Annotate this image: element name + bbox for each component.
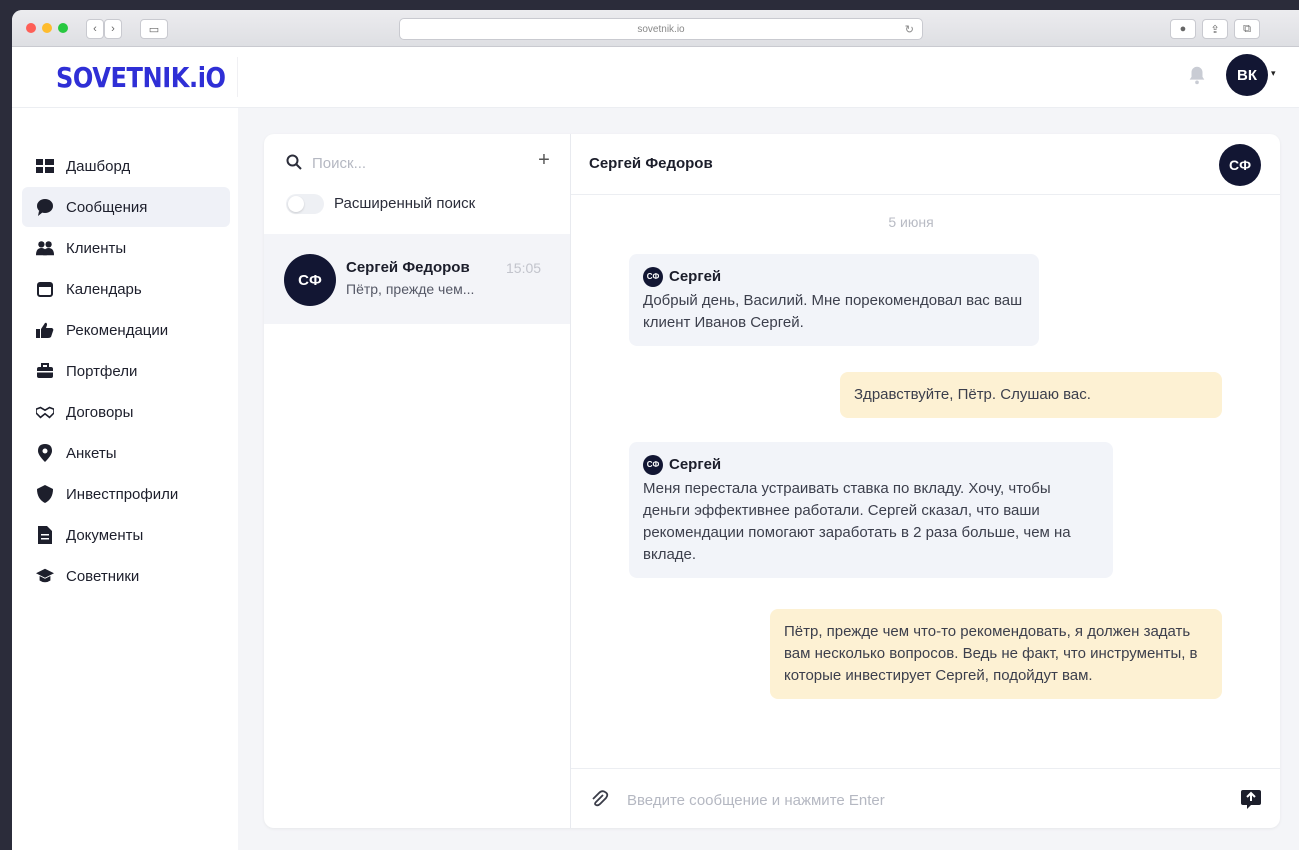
- sidebar-toggle-icon[interactable]: ▭: [140, 19, 168, 39]
- sidebar-item-investprofiles[interactable]: Инвестпрофили: [22, 474, 230, 514]
- message-incoming: СФ Сергей Добрый день, Василий. Мне поре…: [629, 254, 1039, 346]
- paperclip-icon[interactable]: [589, 789, 609, 809]
- graduation-cap-icon: [36, 567, 54, 585]
- sidebar-item-label: Анкеты: [66, 444, 117, 462]
- message-text: Добрый день, Василий. Мне порекомендовал…: [643, 292, 1023, 331]
- sidebar-item-advisors[interactable]: Советники: [22, 556, 230, 596]
- sidebar-item-questionnaires[interactable]: Анкеты: [22, 433, 230, 473]
- message-input[interactable]: [625, 787, 1209, 813]
- advanced-search-toggle[interactable]: [286, 194, 324, 214]
- avatar[interactable]: СФ: [1219, 144, 1261, 186]
- reload-icon[interactable]: ↻: [905, 23, 914, 36]
- messages-card: + Расширенный поиск СФ Сергей Федоров 15…: [264, 134, 1280, 828]
- app-header: SOVETNIK.iO ВК ▾: [12, 47, 1299, 108]
- sidebar-item-label: Портфели: [66, 362, 138, 380]
- back-icon[interactable]: ‹: [86, 19, 104, 39]
- chat-pane: Сергей Федоров СФ 5 июня СФ Сергей Добры…: [571, 134, 1280, 828]
- sidebar-item-documents[interactable]: Документы: [22, 515, 230, 555]
- avatar: СФ: [643, 455, 663, 475]
- sidebar-item-label: Рекомендации: [66, 321, 169, 339]
- sidebar-item-label: Клиенты: [66, 239, 127, 257]
- tabs-icon[interactable]: ⧉: [1234, 19, 1260, 39]
- calendar-icon: [36, 280, 54, 298]
- search-input[interactable]: [310, 150, 514, 176]
- sidebar-item-portfolios[interactable]: Портфели: [22, 351, 230, 391]
- message-composer: [571, 768, 1280, 828]
- browser-window: ‹ › ▭ sovetnik.io ↻ ● ⇪ ⧉ SOVETNIK.iO ВК…: [12, 10, 1299, 850]
- sidebar-item-label: Договоры: [66, 403, 134, 421]
- date-separator: 5 июня: [888, 214, 934, 230]
- users-icon: [36, 239, 54, 257]
- sidebar-item-calendar[interactable]: Календарь: [22, 269, 230, 309]
- conversation-list: + Расширенный поиск СФ Сергей Федоров 15…: [264, 134, 571, 828]
- location-pin-icon: [36, 444, 54, 462]
- send-icon[interactable]: [1239, 787, 1263, 811]
- message-sender: СФ Сергей: [643, 454, 1099, 476]
- sidebar-item-label: Сообщения: [66, 198, 148, 216]
- address-bar[interactable]: sovetnik.io ↻: [399, 18, 923, 40]
- shield-icon: [36, 485, 54, 503]
- conversation-item[interactable]: СФ Сергей Федоров 15:05 Пётр, прежде чем…: [264, 234, 570, 324]
- app-logo[interactable]: SOVETNIK.iO: [56, 61, 226, 94]
- sidebar-item-label: Советники: [66, 567, 140, 585]
- message-text: Меня перестала устраивать ставка по вкла…: [643, 480, 1071, 563]
- message-text: Пётр, прежде чем что-то рекомендовать, я…: [784, 623, 1198, 684]
- search-icon: [286, 154, 302, 170]
- forward-icon[interactable]: ›: [104, 19, 122, 39]
- dashboard-icon: [36, 157, 54, 175]
- thumbs-up-icon: [36, 321, 54, 339]
- briefcase-icon: [36, 362, 54, 380]
- sidebar-item-contracts[interactable]: Договоры: [22, 392, 230, 432]
- message-outgoing: Здравствуйте, Пётр. Слушаю вас.: [840, 372, 1222, 418]
- handshake-icon: [36, 403, 54, 421]
- browser-toolbar: ‹ › ▭ sovetnik.io ↻ ● ⇪ ⧉: [12, 10, 1299, 47]
- extension-icon[interactable]: ●: [1170, 19, 1196, 39]
- message-text: Здравствуйте, Пётр. Слушаю вас.: [854, 386, 1091, 403]
- close-window-button[interactable]: [26, 23, 36, 33]
- chat-header: Сергей Федоров СФ: [571, 134, 1280, 195]
- message-sender: СФ Сергей: [643, 266, 1025, 288]
- sidebar-item-label: Инвестпрофили: [66, 485, 179, 503]
- sidebar-item-messages[interactable]: Сообщения: [22, 187, 230, 227]
- sidebar-item-label: Дашборд: [66, 157, 131, 175]
- document-icon: [36, 526, 54, 544]
- sidebar: Дашборд Сообщения Клиенты Календарь Реко…: [12, 108, 238, 850]
- maximize-window-button[interactable]: [58, 23, 68, 33]
- conversation-name: Сергей Федоров: [346, 259, 470, 276]
- chat-title: Сергей Федоров: [589, 155, 713, 172]
- advanced-search-label: Расширенный поиск: [334, 195, 476, 212]
- conversation-preview: Пётр, прежде чем...: [346, 281, 475, 297]
- message-incoming: СФ Сергей Меня перестала устраивать став…: [629, 442, 1113, 578]
- sender-name: Сергей: [669, 456, 722, 473]
- message-outgoing: Пётр, прежде чем что-то рекомендовать, я…: [770, 609, 1222, 699]
- sidebar-item-clients[interactable]: Клиенты: [22, 228, 230, 268]
- new-conversation-button[interactable]: +: [534, 148, 554, 174]
- sidebar-item-label: Календарь: [66, 280, 142, 298]
- share-icon[interactable]: ⇪: [1202, 19, 1228, 39]
- sidebar-item-recommendations[interactable]: Рекомендации: [22, 310, 230, 350]
- avatar: СФ: [284, 254, 336, 306]
- avatar: СФ: [643, 267, 663, 287]
- chevron-down-icon[interactable]: ▾: [1271, 68, 1276, 79]
- user-avatar[interactable]: ВК: [1226, 54, 1268, 96]
- sidebar-item-label: Документы: [66, 526, 144, 544]
- chat-bubble-icon: [36, 198, 54, 216]
- conversation-time: 15:05: [506, 260, 542, 276]
- sender-name: Сергей: [669, 268, 722, 285]
- sidebar-item-dashboard[interactable]: Дашборд: [22, 146, 230, 186]
- address-text: sovetnik.io: [637, 23, 685, 35]
- minimize-window-button[interactable]: [42, 23, 52, 33]
- header-divider: [237, 57, 238, 97]
- bell-icon[interactable]: [1186, 64, 1208, 86]
